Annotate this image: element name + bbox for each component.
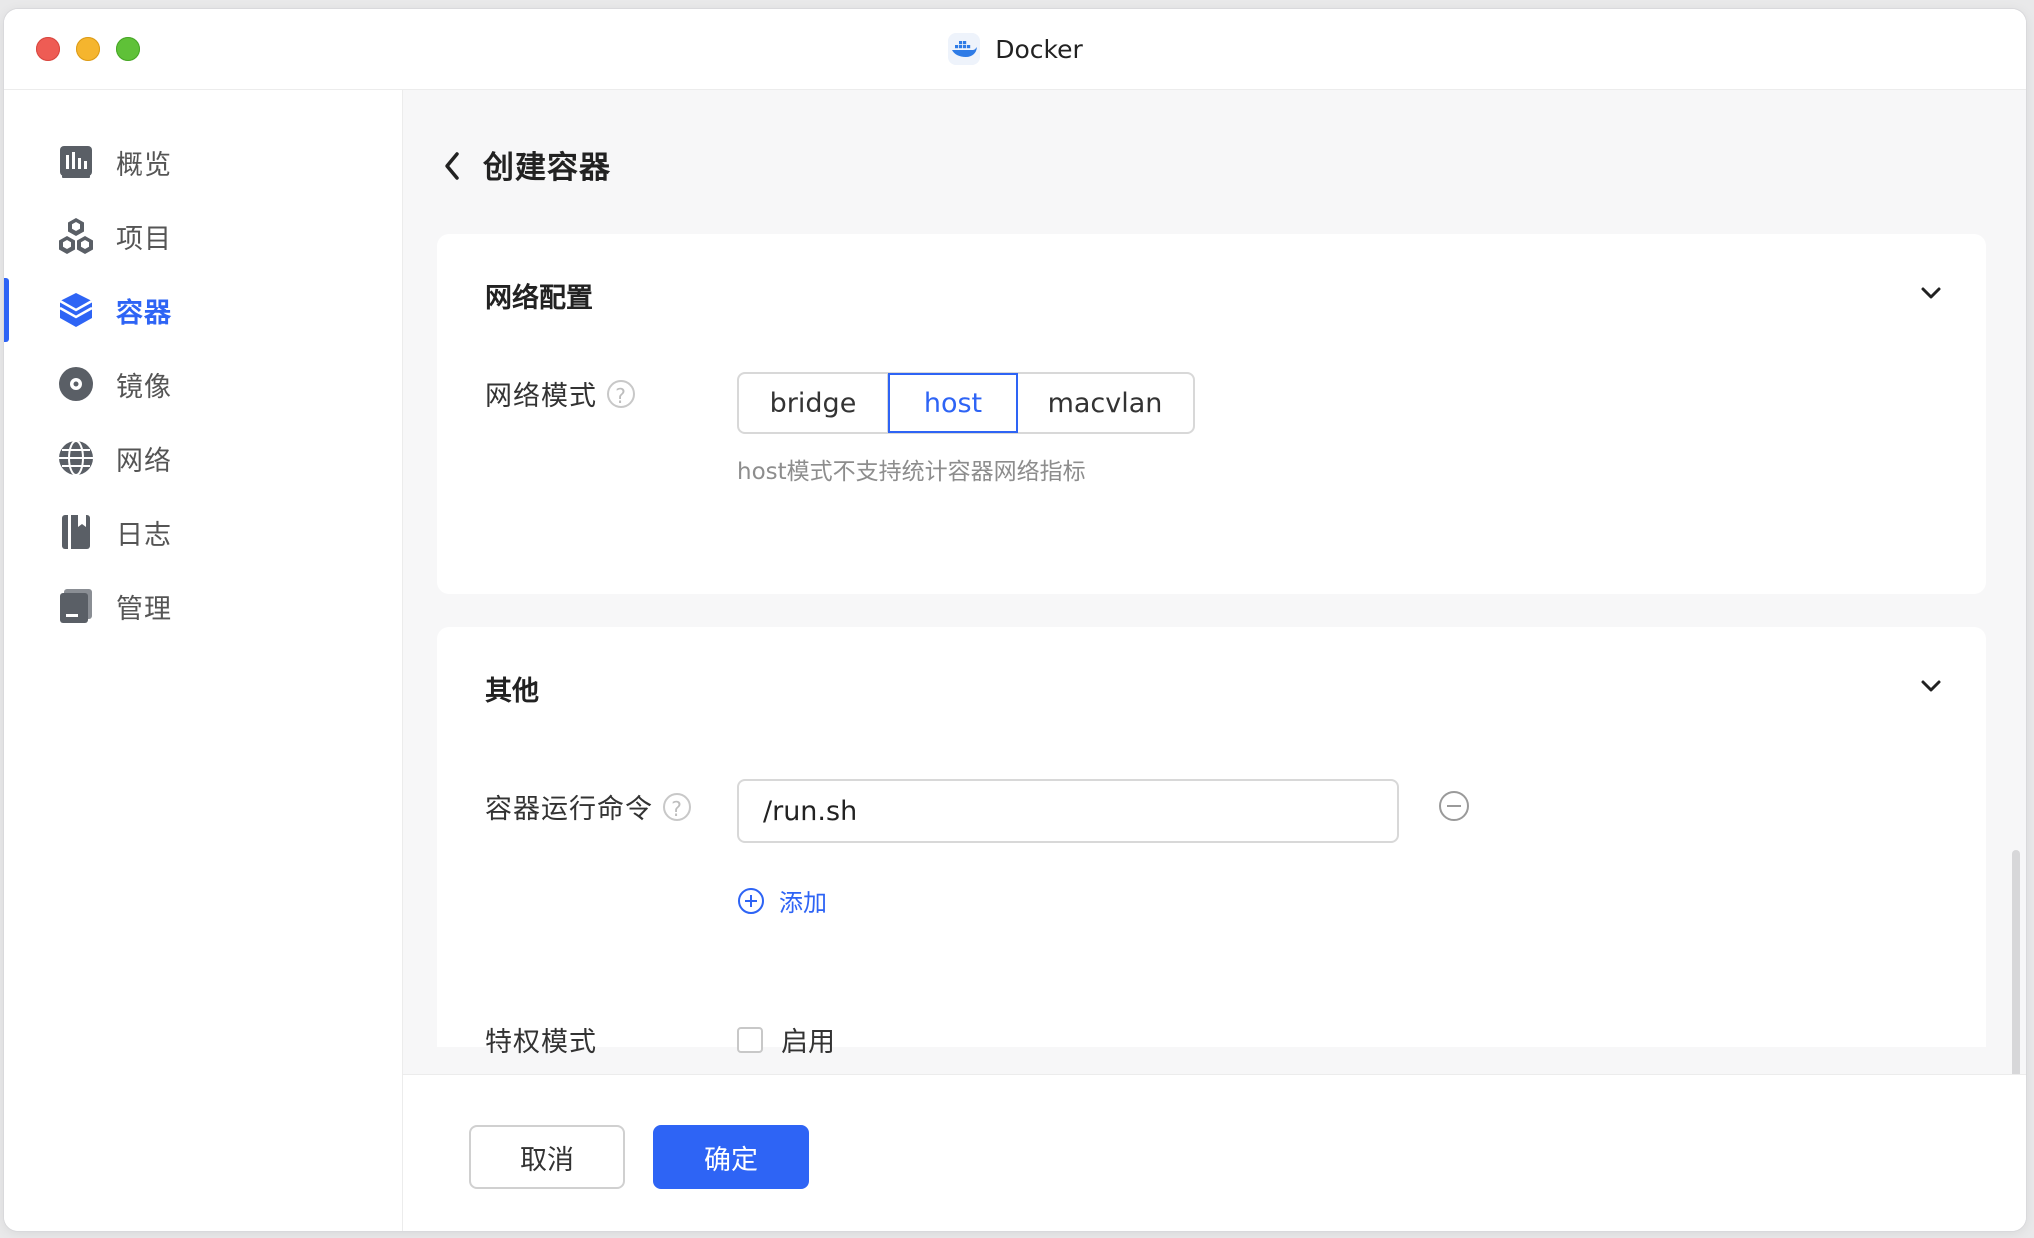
section-title: 其他 — [485, 676, 539, 707]
container-icon — [59, 293, 93, 327]
sidebar-item-label: 概览 — [116, 149, 172, 181]
help-icon[interactable]: ? — [607, 379, 635, 408]
sidebar-item-label: 网络 — [116, 445, 172, 477]
scrollbar[interactable] — [2012, 850, 2020, 1110]
network-icon — [59, 440, 93, 476]
privileged-mode-toggle[interactable]: 启用 — [737, 1020, 835, 1059]
sidebar-item-image[interactable]: 镜像 — [4, 352, 402, 416]
manage-icon — [60, 589, 92, 623]
window-title: Docker — [995, 34, 1083, 64]
confirm-button[interactable]: 确定 — [653, 1125, 809, 1189]
sidebar-item-container[interactable]: 容器 — [4, 278, 402, 342]
section-title: 网络配置 — [485, 283, 593, 314]
sidebar-item-manage[interactable]: 管理 — [4, 574, 402, 638]
plus-circle-icon — [738, 887, 764, 914]
add-label: 添加 — [779, 889, 827, 917]
footer-bar: 取消 确定 — [403, 1074, 2026, 1231]
network-config-card: 网络配置 网络模式 ? bridge host macvlan host模式不支… — [437, 234, 1986, 594]
mode-option-macvlan[interactable]: macvlan — [1017, 374, 1193, 432]
sidebar-item-network[interactable]: 网络 — [4, 426, 402, 490]
network-mode-label: 网络模式 ? — [485, 374, 635, 413]
image-icon — [59, 367, 93, 401]
project-icon — [59, 218, 93, 254]
sidebar-item-overview[interactable]: 概览 — [4, 130, 402, 194]
run-command-label: 容器运行命令 ? — [485, 787, 691, 826]
back-arrow-icon[interactable] — [439, 146, 467, 186]
sidebar-item-label: 管理 — [116, 593, 172, 625]
add-command-button[interactable]: 添加 — [737, 883, 827, 918]
sidebar-item-label: 日志 — [116, 519, 172, 551]
page-title: 创建容器 — [483, 150, 611, 186]
log-icon — [62, 515, 90, 549]
chevron-down-icon[interactable] — [1918, 673, 1944, 699]
privileged-mode-label: 特权模式 — [485, 1027, 597, 1058]
remove-command-icon[interactable] — [1437, 789, 1471, 823]
sidebar-item-project[interactable]: 项目 — [4, 204, 402, 268]
network-mode-selector: bridge host macvlan — [737, 372, 1195, 434]
network-mode-hint: host模式不支持统计容器网络指标 — [737, 459, 1086, 485]
overview-icon — [60, 146, 92, 178]
mode-option-bridge[interactable]: bridge — [739, 374, 889, 432]
help-icon[interactable]: ? — [663, 792, 691, 821]
sidebar: 概览 项目 容器 镜像 网络 日志 管理 — [4, 90, 403, 1231]
main-content: 创建容器 网络配置 网络模式 ? bridge host macvlan hos… — [403, 90, 2026, 1231]
cancel-button[interactable]: 取消 — [469, 1125, 625, 1189]
app-window: Docker 概览 项目 容器 镜像 网络 日志 管理 创建容器 网络配置 网络… — [4, 9, 2026, 1231]
title-bar: Docker — [4, 9, 2026, 90]
sidebar-item-label: 容器 — [116, 297, 172, 329]
other-config-card: 其他 容器运行命令 ? 添加 特权 — [437, 627, 1986, 1058]
sidebar-item-label: 项目 — [116, 223, 172, 255]
chevron-down-icon[interactable] — [1918, 280, 1944, 306]
sidebar-item-log[interactable]: 日志 — [4, 500, 402, 564]
run-command-input[interactable] — [737, 779, 1399, 843]
sidebar-item-label: 镜像 — [116, 371, 172, 403]
docker-icon — [948, 33, 981, 65]
privileged-checkbox[interactable] — [737, 1026, 763, 1053]
privileged-option-label: 启用 — [781, 1027, 835, 1058]
mode-option-host[interactable]: host — [888, 373, 1018, 433]
